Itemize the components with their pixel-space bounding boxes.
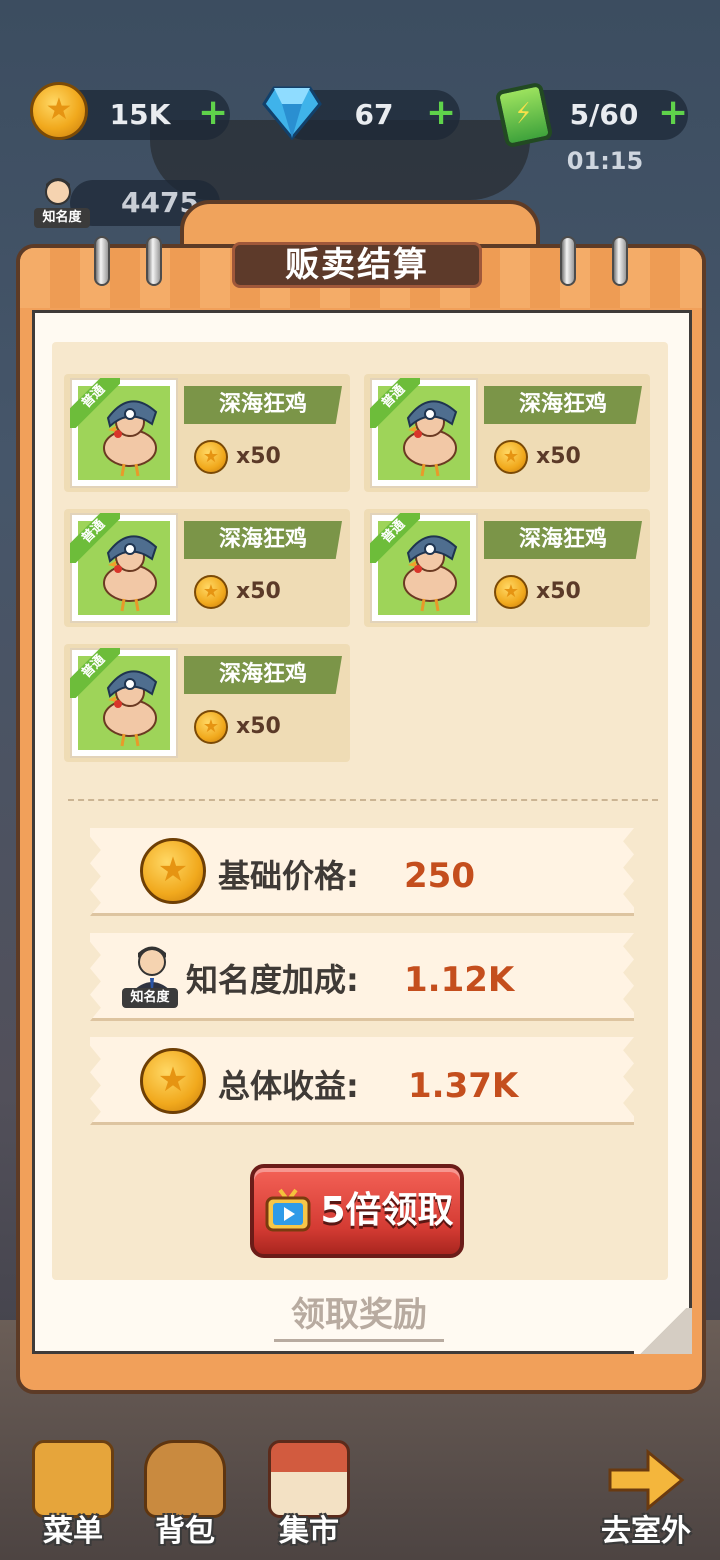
fame-badge: 知名度 bbox=[122, 988, 178, 1008]
item-quantity: x50 bbox=[236, 714, 281, 739]
base-price-label: 基础价格: bbox=[218, 857, 359, 895]
item-quantity: x50 bbox=[536, 579, 581, 604]
rarity-tag: 普通 bbox=[370, 513, 420, 563]
rarity-tag: 普通 bbox=[70, 513, 120, 563]
go-outside-arrow-icon bbox=[608, 1448, 685, 1512]
energy-timer: 01:15 bbox=[566, 147, 644, 175]
divider bbox=[68, 799, 658, 801]
claim-5x-label: 5倍领取 bbox=[320, 1190, 454, 1231]
fame-bonus-value: 1.12K bbox=[404, 960, 515, 1000]
backpack-icon bbox=[144, 1440, 226, 1518]
fame-badge: 知名度 bbox=[34, 208, 90, 228]
fame-avatar-icon bbox=[130, 946, 174, 994]
item-name: 深海狂鸡 bbox=[484, 521, 642, 559]
binder-ring bbox=[94, 236, 110, 286]
item-thumbnail: 普通 bbox=[70, 513, 178, 623]
item-name: 深海狂鸡 bbox=[184, 386, 342, 424]
fame-indicator[interactable]: 4475 知名度 bbox=[30, 176, 220, 232]
claim-5x-button[interactable]: 5倍领取 bbox=[250, 1164, 464, 1258]
market-shop-icon bbox=[268, 1440, 350, 1518]
page-curl bbox=[634, 1308, 692, 1354]
video-ad-icon bbox=[265, 1188, 311, 1232]
fame-bonus-label: 知名度加成: bbox=[186, 961, 359, 999]
add-gems-button[interactable]: + bbox=[426, 90, 456, 140]
nav-backpack-button[interactable]: 背包 bbox=[130, 1440, 240, 1556]
item-name: 深海狂鸡 bbox=[484, 386, 642, 424]
dialog-title: 贩卖结算 bbox=[232, 242, 482, 288]
nav-outdoor-button[interactable]: 去室外 bbox=[586, 1440, 706, 1556]
item-card: 普通 深海狂鸡 x50 bbox=[364, 509, 650, 627]
item-thumbnail: 普通 bbox=[70, 648, 178, 758]
item-card: 普通 深海狂鸡 x50 bbox=[364, 374, 650, 492]
coin-icon bbox=[140, 838, 206, 904]
nav-backpack-label: 背包 bbox=[155, 1514, 215, 1549]
item-name: 深海狂鸡 bbox=[184, 521, 342, 559]
item-thumbnail: 普通 bbox=[370, 513, 478, 623]
coin-count: 15K bbox=[109, 98, 171, 131]
binder-ring bbox=[560, 236, 576, 286]
rarity-tag: 普通 bbox=[70, 648, 120, 698]
item-quantity: x50 bbox=[536, 444, 581, 469]
nav-market-label: 集市 bbox=[279, 1514, 339, 1549]
energy-count: 5/60 bbox=[569, 98, 639, 131]
item-name: 深海狂鸡 bbox=[184, 656, 342, 694]
gem-count: 67 bbox=[354, 98, 394, 131]
item-card: 普通 深海狂鸡 x50 bbox=[64, 644, 350, 762]
item-card: 普通 深海狂鸡 x50 bbox=[64, 374, 350, 492]
menu-book-icon bbox=[32, 1440, 114, 1518]
nav-menu-label: 菜单 bbox=[43, 1514, 103, 1549]
rarity-tag: 普通 bbox=[70, 378, 120, 428]
base-price-value: 250 bbox=[404, 856, 475, 896]
rarity-tag: 普通 bbox=[370, 378, 420, 428]
coin-icon bbox=[140, 1048, 206, 1114]
nav-market-button[interactable]: 集市 bbox=[254, 1440, 364, 1556]
gem-icon bbox=[262, 86, 322, 140]
coin-icon bbox=[194, 575, 228, 609]
coin-icon bbox=[194, 710, 228, 744]
item-thumbnail: 普通 bbox=[370, 378, 478, 488]
add-energy-button[interactable]: + bbox=[658, 90, 688, 140]
nav-menu-button[interactable]: 菜单 bbox=[18, 1440, 128, 1556]
claim-reward-link[interactable]: 领取奖励 bbox=[274, 1292, 444, 1342]
item-card: 普通 深海狂鸡 x50 bbox=[64, 509, 350, 627]
nav-outdoor-label: 去室外 bbox=[601, 1514, 691, 1549]
fame-avatar: 知名度 bbox=[122, 944, 182, 1008]
item-quantity: x50 bbox=[236, 579, 281, 604]
total-income-label: 总体收益: bbox=[218, 1067, 359, 1105]
binder-ring bbox=[612, 236, 628, 286]
coin-icon bbox=[30, 82, 88, 140]
binder-ring bbox=[146, 236, 162, 286]
total-income-value: 1.37K bbox=[408, 1066, 519, 1106]
add-coins-button[interactable]: + bbox=[198, 90, 228, 140]
coin-icon bbox=[494, 575, 528, 609]
item-thumbnail: 普通 bbox=[70, 378, 178, 488]
item-quantity: x50 bbox=[236, 444, 281, 469]
coin-icon bbox=[194, 440, 228, 474]
coin-icon bbox=[494, 440, 528, 474]
